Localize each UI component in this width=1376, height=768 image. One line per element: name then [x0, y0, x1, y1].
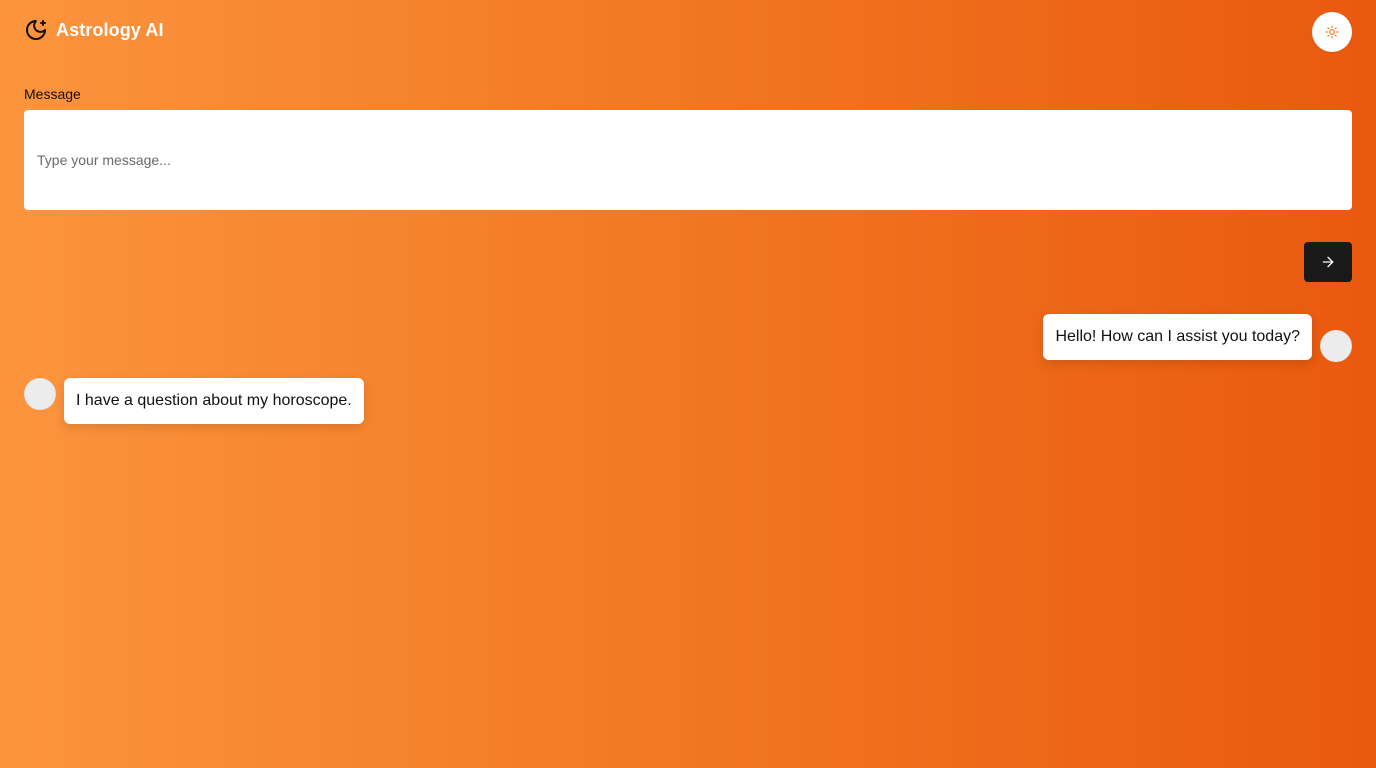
message-bubble: Hello! How can I assist you today?	[1043, 314, 1312, 360]
message-bubble: I have a question about my horoscope.	[64, 378, 364, 424]
app-header: Astrology AI	[24, 18, 164, 42]
avatar	[24, 378, 56, 410]
chat-message-assistant: Hello! How can I assist you today?	[1043, 314, 1352, 362]
app-title: Astrology AI	[56, 19, 164, 40]
arrow-right-icon	[1320, 254, 1336, 270]
send-button[interactable]	[1304, 242, 1352, 282]
sun-icon	[1325, 25, 1339, 39]
message-input[interactable]	[24, 110, 1352, 210]
avatar	[1320, 330, 1352, 362]
chat-message-user: I have a question about my horoscope.	[24, 378, 364, 424]
message-label: Message	[24, 86, 81, 102]
theme-toggle-button[interactable]	[1312, 12, 1352, 52]
moon-star-icon	[24, 18, 48, 42]
